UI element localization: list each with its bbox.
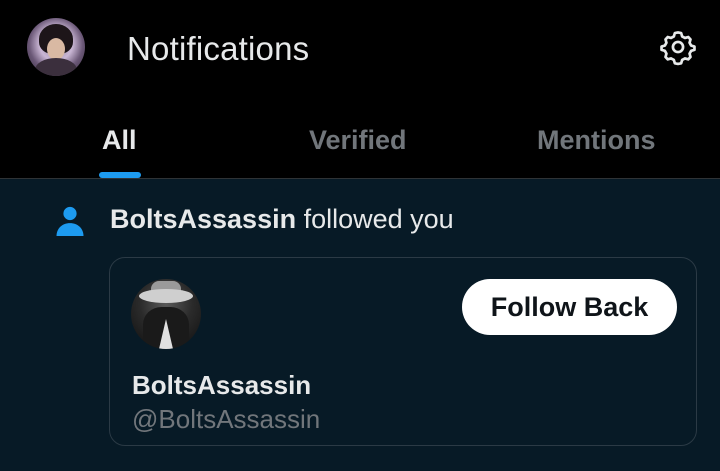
notification-action: followed you bbox=[303, 204, 454, 234]
tab-verified-label: Verified bbox=[309, 125, 407, 155]
notifications-screen: Notifications All Verified Mentions Bolt… bbox=[0, 0, 720, 471]
tab-all-label: All bbox=[102, 125, 137, 155]
notification-actor[interactable]: BoltsAssassin bbox=[110, 204, 296, 234]
follow-back-button[interactable]: Follow Back bbox=[462, 279, 677, 335]
follower-avatar[interactable] bbox=[131, 279, 201, 349]
person-icon bbox=[52, 203, 88, 239]
notification-text: BoltsAssassin followed you bbox=[110, 201, 454, 237]
user-avatar[interactable] bbox=[27, 18, 85, 76]
follower-card[interactable]: Follow Back BoltsAssassin @BoltsAssassin bbox=[109, 257, 697, 446]
page-title: Notifications bbox=[127, 30, 310, 67]
tab-verified[interactable]: Verified bbox=[240, 108, 480, 178]
follower-handle[interactable]: @BoltsAssassin bbox=[132, 402, 320, 436]
tab-mentions[interactable]: Mentions bbox=[480, 108, 720, 178]
notification-item[interactable]: BoltsAssassin followed you Follow Back B… bbox=[0, 179, 720, 471]
gear-icon[interactable] bbox=[659, 28, 697, 66]
tab-mentions-label: Mentions bbox=[537, 125, 656, 155]
top-bar: Notifications All Verified Mentions bbox=[0, 0, 720, 180]
tab-all[interactable]: All bbox=[0, 108, 240, 178]
follower-display-name[interactable]: BoltsAssassin bbox=[132, 368, 311, 402]
tab-bar: All Verified Mentions bbox=[0, 108, 720, 178]
